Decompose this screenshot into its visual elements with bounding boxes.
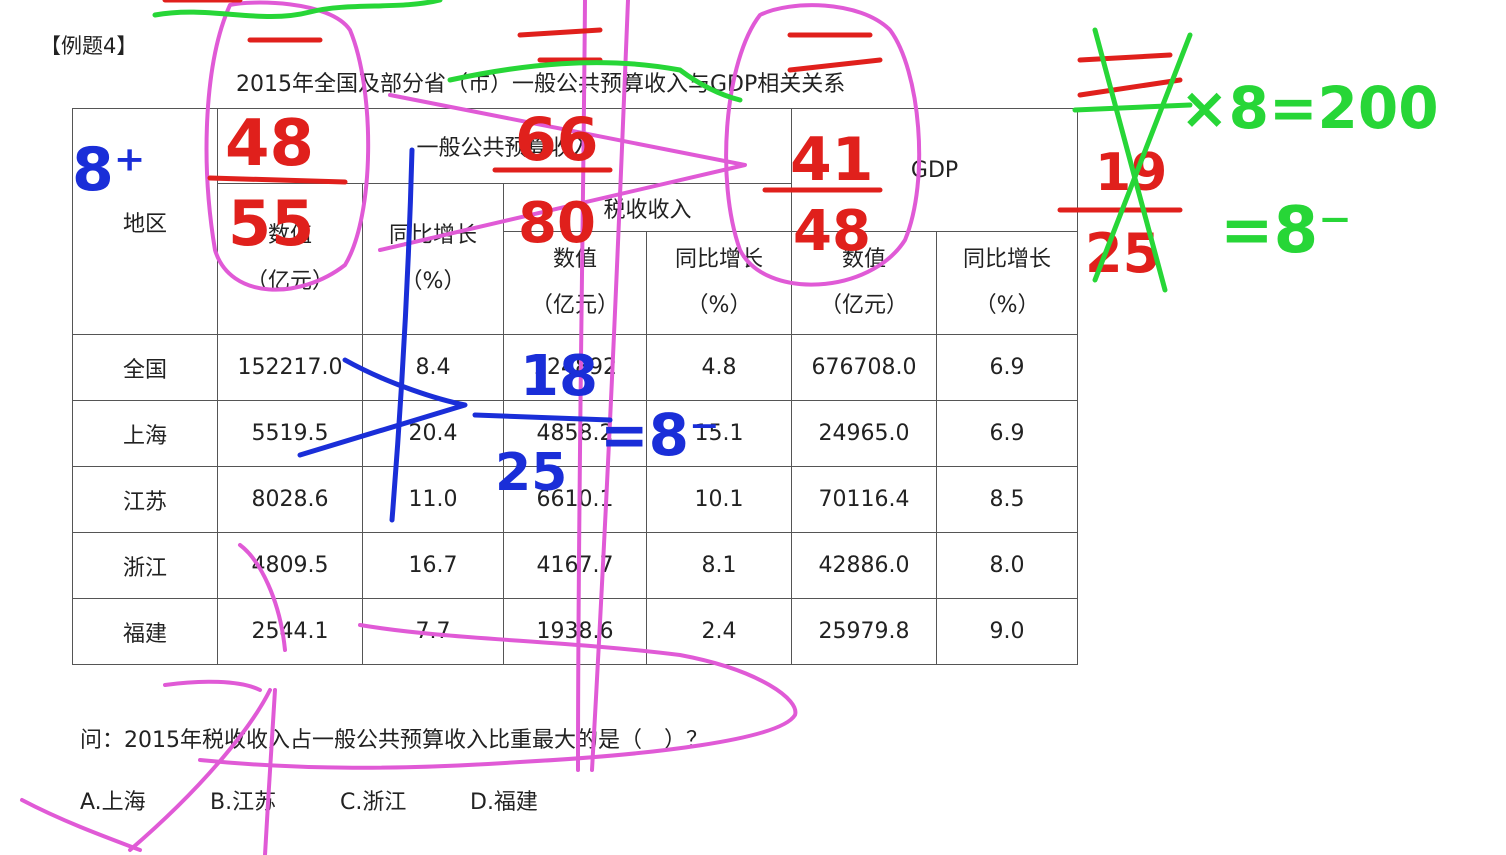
example-label: 【例题4】 [40, 34, 138, 58]
option-d[interactable]: D.福建 [470, 784, 538, 816]
red-fraction-4-den: 25 [1085, 222, 1160, 285]
header-growth-unit: （%） [686, 293, 752, 318]
pink-stroke-left-5 [263, 688, 277, 855]
header-growth-unit: （%） [400, 269, 466, 294]
question-text: 问：2015年税收收入占一般公共预算收入比重最大的是（ ）？ [80, 728, 708, 753]
green-strike-3 [1072, 102, 1193, 113]
cell-budget-growth: 8.4 [362, 334, 504, 401]
header-value-unit: （亿元） [245, 269, 334, 294]
cell-tax: 124892 [503, 334, 647, 401]
green-strike-2 [1092, 32, 1193, 283]
red-scribble-top-2 [517, 27, 603, 63]
cell-gdp: 70116.4 [791, 466, 938, 533]
cell-budget-growth: 11.0 [362, 466, 504, 533]
cell-region: 浙江 [72, 532, 218, 599]
green-calc-2: =8⁻ [1220, 194, 1352, 268]
cell-tax: 6610.1 [503, 466, 647, 533]
header-region: 地区 [72, 108, 218, 335]
pink-stroke-left-2 [163, 679, 262, 692]
cell-region: 全国 [72, 334, 218, 401]
data-table: 地区 一般公共预算收入 GDP 数值 （亿元） 同比增长 （%） 税收收入 数值… [72, 108, 1079, 665]
cell-tax-growth: 4.8 [645, 334, 793, 401]
red-scribble-top-1 [162, 0, 323, 43]
cell-tax: 1938.6 [503, 598, 647, 665]
table-title: 2015年全国及部分省（市）一般公共预算收入与GDP相关关系 [236, 72, 846, 97]
red-scribble-top-4 [1077, 52, 1183, 98]
cell-gdp-growth: 9.0 [936, 598, 1079, 665]
cell-gdp: 42886.0 [791, 532, 938, 599]
header-value-label: 数值 [842, 247, 887, 272]
cell-budget-growth: 20.4 [362, 400, 504, 467]
option-a[interactable]: A.上海 [80, 784, 146, 816]
cell-region: 江苏 [72, 466, 218, 533]
header-growth-unit: （%） [974, 293, 1040, 318]
table-row: 浙江 4809.5 16.7 4167.7 8.1 42886.0 8.0 [72, 532, 1079, 599]
header-gdp-group: GDP [791, 108, 1079, 232]
header-tax-value: 数值 （亿元） [503, 231, 647, 335]
cell-gdp-growth: 8.0 [936, 532, 1079, 599]
cell-gdp: 24965.0 [791, 400, 938, 467]
header-growth-label: 同比增长 [675, 247, 764, 272]
green-strike-1 [1092, 27, 1168, 293]
header-value-label: 数值 [267, 223, 312, 248]
cell-tax: 4167.7 [503, 532, 647, 599]
header-budget-growth: 同比增长 （%） [362, 183, 504, 335]
cell-budget: 5519.5 [217, 400, 363, 467]
cell-tax-growth: 8.1 [645, 532, 793, 599]
cell-budget-growth: 7.7 [362, 598, 504, 665]
cell-budget-growth: 16.7 [362, 532, 504, 599]
cell-tax: 4858.2 [503, 400, 647, 467]
header-gdp-value: 数值 （亿元） [791, 231, 938, 335]
option-c[interactable]: C.浙江 [340, 784, 406, 816]
red-scribble-top-3 [787, 32, 883, 73]
table-row: 上海 5519.5 20.4 4858.2 15.1 24965.0 6.9 [72, 400, 1079, 467]
table-row: 江苏 8028.6 11.0 6610.1 10.1 70116.4 8.5 [72, 466, 1079, 533]
cell-region: 上海 [72, 400, 218, 467]
cell-gdp-growth: 6.9 [936, 400, 1079, 467]
green-scribble-top-left [152, 0, 443, 20]
cell-region: 福建 [72, 598, 218, 665]
table-body: 全国 152217.0 8.4 124892 4.8 676708.0 6.9 … [72, 334, 1079, 665]
cell-gdp: 676708.0 [791, 334, 938, 401]
cell-tax-growth: 2.4 [645, 598, 793, 665]
header-gdp-growth: 同比增长 （%） [936, 231, 1079, 335]
cell-gdp: 25979.8 [791, 598, 938, 665]
header-tax-growth: 同比增长 （%） [645, 231, 793, 335]
cell-budget: 152217.0 [217, 334, 363, 401]
cell-budget: 4809.5 [217, 532, 363, 599]
red-fraction-4-num: 19 [1095, 143, 1167, 203]
header-budget-group: 一般公共预算收入 [216, 108, 793, 184]
green-calc-1: ×8=200 [1180, 74, 1439, 142]
cell-gdp-growth: 8.5 [936, 466, 1079, 533]
table-row: 全国 152217.0 8.4 124892 4.8 676708.0 6.9 [72, 334, 1079, 401]
header-growth-label: 同比增长 [963, 247, 1052, 272]
pink-stroke-left-3 [128, 688, 272, 852]
cell-tax-growth: 15.1 [645, 400, 793, 467]
header-tax-group: 税收收入 [502, 183, 793, 232]
header-budget-value: 数值 （亿元） [217, 183, 363, 335]
header-value-unit: （亿元） [820, 293, 909, 318]
cell-tax-growth: 10.1 [645, 466, 793, 533]
cell-budget: 2544.1 [217, 598, 363, 665]
table-row: 福建 2544.1 7.7 1938.6 2.4 25979.8 9.0 [72, 598, 1079, 665]
cell-budget: 8028.6 [217, 466, 363, 533]
header-growth-label: 同比增长 [388, 223, 477, 248]
header-value-label: 数值 [552, 247, 597, 272]
cell-gdp-growth: 6.9 [936, 334, 1079, 401]
option-b[interactable]: B.江苏 [210, 784, 276, 816]
header-value-unit: （亿元） [530, 293, 619, 318]
